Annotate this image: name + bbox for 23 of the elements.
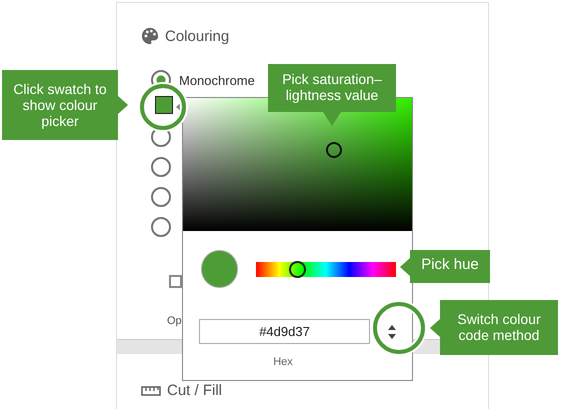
radio-label: Monochrome [179,72,255,88]
highlight-ring [140,84,186,130]
spinner-icon[interactable] [387,324,397,340]
ruler-icon [141,386,161,396]
highlight-ring [373,302,425,354]
callout: Click swatch to show colour picker [2,70,128,140]
radio-button[interactable] [151,217,171,237]
colour-preview [201,250,238,288]
hex-input[interactable]: #4d9d37 [199,319,370,344]
slider-thumb[interactable] [288,260,306,278]
option-label: Op [167,315,182,327]
palette-icon [141,27,159,45]
section-title: Cut / Fill [167,382,222,399]
section-title: Colouring [165,28,230,44]
radio-button[interactable] [151,187,171,207]
format-label: Hex [272,356,294,368]
radio-button[interactable] [151,157,171,177]
colour-swatch[interactable] [155,96,173,114]
hue-slider[interactable] [256,262,396,276]
callout: Switch colour code method [430,300,558,355]
callout: Pick saturation–lightness value [268,64,396,126]
callout: Pick hue [400,250,490,283]
picker-handle[interactable] [326,142,342,158]
